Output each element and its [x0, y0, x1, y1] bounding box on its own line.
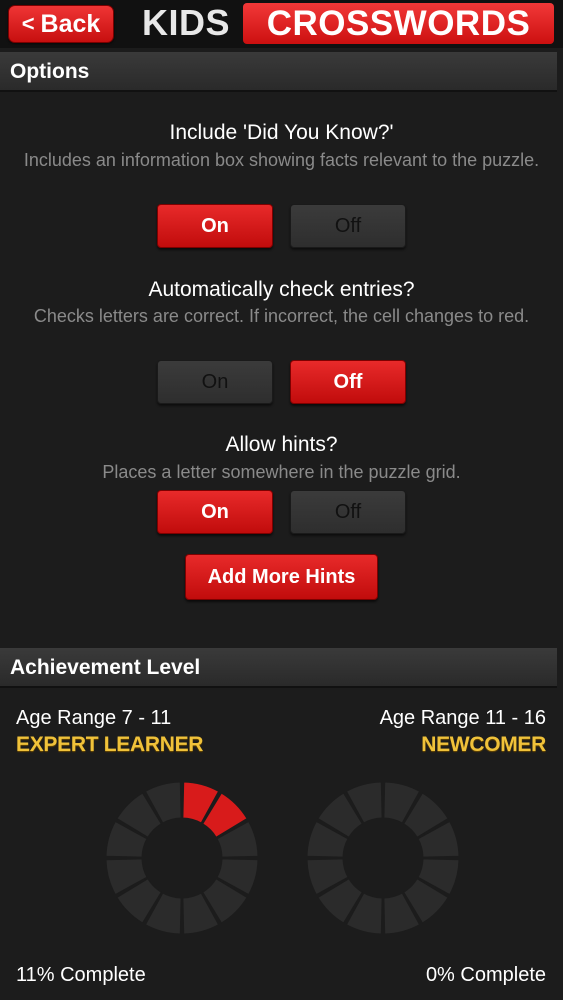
left-progress-ring [105, 781, 259, 935]
right-progress-ring [306, 781, 460, 935]
allow-hints-on-button[interactable]: On [157, 490, 273, 534]
brand-crosswords: CROSSWORDS [243, 3, 554, 44]
did-you-know-on-button[interactable]: On [157, 204, 273, 248]
back-label: Back [40, 9, 101, 38]
right-level-title: NEWCOMER [421, 733, 546, 756]
chevron-left-icon: < [21, 11, 35, 36]
right-age-range: Age Range 11 - 16 [379, 707, 546, 729]
back-button[interactable]: < Back [8, 5, 114, 43]
option-allow-hints-title: Allow hints? [225, 433, 338, 456]
achievement-header: Achievement Level [0, 648, 557, 688]
option-auto-check-title: Automatically check entries? [148, 278, 415, 301]
options-header: Options [0, 52, 557, 92]
option-allow-hints-description: Places a letter somewhere in the puzzle … [102, 462, 461, 482]
right-complete-text: 0% Complete [425, 964, 546, 986]
option-did-you-know-description: Includes an information box showing fact… [23, 150, 540, 170]
did-you-know-off-button[interactable]: Off [290, 204, 406, 248]
allow-hints-off-button[interactable]: Off [290, 490, 406, 534]
brand-kids: KIDS [142, 2, 231, 43]
left-age-range: Age Range 7 - 11 [16, 707, 172, 729]
left-complete-text: 11% Complete [16, 964, 146, 986]
option-did-you-know-title: Include 'Did You Know?' [169, 121, 394, 144]
option-auto-check-description: Checks letters are correct. If incorrect… [33, 306, 530, 326]
auto-check-on-button[interactable]: On [157, 360, 273, 404]
add-more-hints-button[interactable]: Add More Hints [185, 554, 378, 600]
auto-check-off-button[interactable]: Off [290, 360, 406, 404]
left-level-title: EXPERT LEARNER [16, 733, 204, 756]
